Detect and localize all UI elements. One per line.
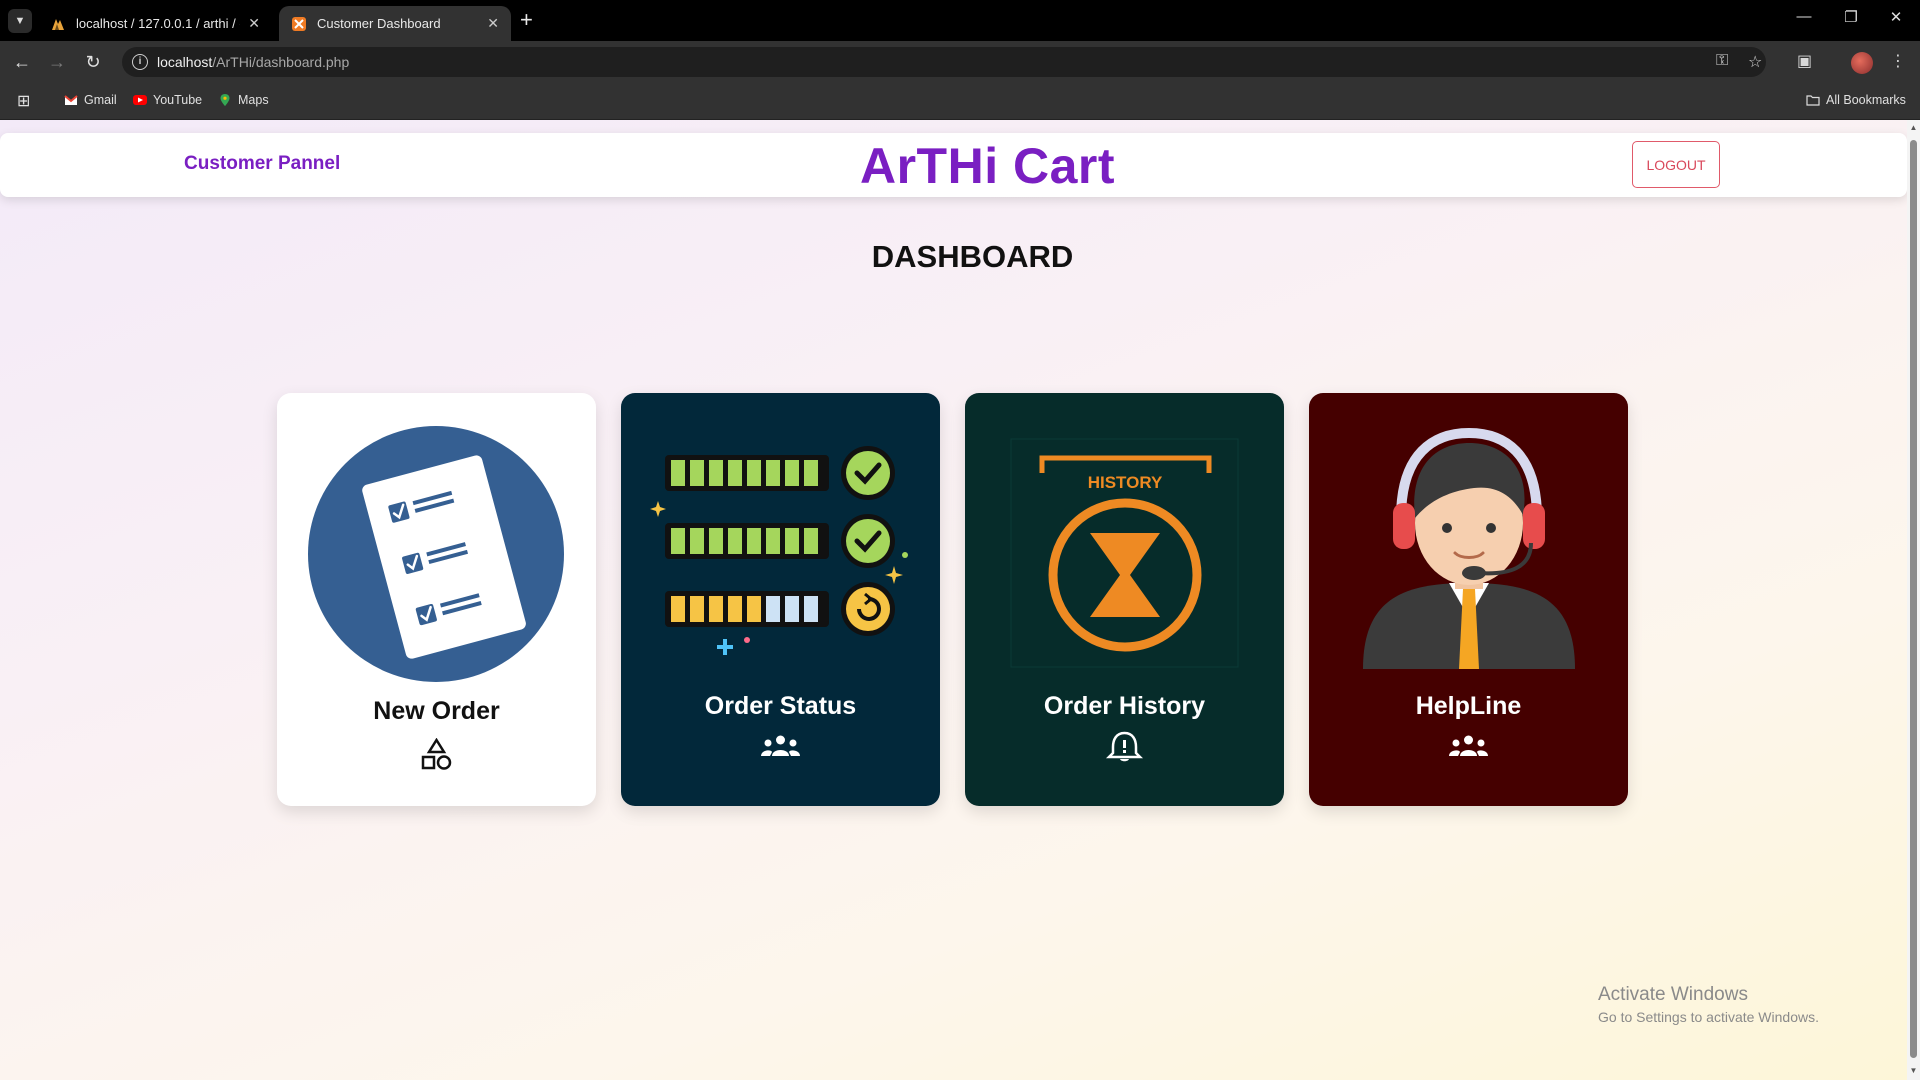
- tab-title: Customer Dashboard: [317, 16, 441, 31]
- card-label: HelpLine: [1415, 692, 1522, 720]
- back-arrow-icon[interactable]: ←: [10, 50, 34, 74]
- tab-title: localhost / 127.0.0.1 / arthi / cu: [76, 16, 241, 31]
- bell-icon: [1105, 731, 1144, 762]
- address-bar[interactable]: i localhost/ArTHi/dashboard.php ⚿ ☆: [122, 47, 1766, 77]
- page-scrollbar[interactable]: ▲ ▼: [1907, 120, 1920, 1080]
- tab-phpmyadmin[interactable]: localhost / 127.0.0.1 / arthi / cu ✕: [38, 6, 272, 41]
- url-text[interactable]: localhost/ArTHi/dashboard.php: [157, 54, 349, 70]
- support-agent-illustration-icon: [1363, 427, 1575, 669]
- users-icon: [761, 735, 800, 756]
- bookmark-maps[interactable]: Maps: [218, 93, 269, 107]
- folder-icon: [1806, 95, 1820, 106]
- minimize-icon[interactable]: —: [1794, 8, 1814, 25]
- scrollbar-thumb[interactable]: [1910, 140, 1917, 1058]
- card-helpline[interactable]: HelpLine: [1309, 393, 1628, 806]
- profile-avatar[interactable]: [1851, 52, 1873, 74]
- bookmarks-bar: ⊞ Gmail YouTube Maps All Bookmarks: [0, 83, 1920, 120]
- checklist-illustration-icon: [308, 426, 564, 682]
- tab-customer-dashboard[interactable]: Customer Dashboard ✕: [279, 6, 511, 41]
- card-order-status[interactable]: Order Status: [621, 393, 940, 806]
- bookmark-youtube[interactable]: YouTube: [133, 93, 202, 107]
- maps-pin-icon: [220, 94, 230, 106]
- xampp-favicon-icon: [292, 16, 306, 31]
- apps-grid-icon[interactable]: ⊞: [17, 91, 30, 111]
- card-label: Order History: [1043, 692, 1206, 720]
- scroll-down-arrow-icon[interactable]: ▼: [1909, 1066, 1918, 1075]
- watermark-subtitle: Go to Settings to activate Windows.: [1598, 1009, 1819, 1025]
- close-tab-icon[interactable]: ✕: [248, 15, 260, 32]
- new-tab-icon[interactable]: +: [520, 8, 533, 32]
- card-new-order[interactable]: New Order: [277, 393, 596, 806]
- bookmark-star-icon[interactable]: ☆: [1748, 52, 1762, 72]
- all-bookmarks-folder[interactable]: All Bookmarks: [1806, 93, 1906, 107]
- browser-menu-icon[interactable]: ⋮: [1890, 51, 1906, 71]
- close-tab-icon[interactable]: ✕: [487, 15, 499, 32]
- card-label: New Order: [373, 697, 500, 725]
- browser-tab-strip: ▼ localhost / 127.0.0.1 / arthi / cu ✕ C…: [0, 0, 1920, 41]
- watermark-title: Activate Windows: [1598, 984, 1748, 1005]
- password-key-icon[interactable]: ⚿: [1716, 52, 1728, 70]
- site-info-icon[interactable]: i: [132, 54, 148, 70]
- logout-button[interactable]: LOGOUT: [1632, 141, 1720, 188]
- reload-icon[interactable]: ↻: [81, 50, 105, 74]
- tab-search-button[interactable]: ▼: [8, 9, 32, 33]
- bookmark-gmail[interactable]: Gmail: [64, 93, 117, 107]
- card-label: Order Status: [704, 692, 857, 720]
- youtube-icon: [133, 95, 147, 105]
- site-header: Customer Pannel ArTHi Cart LOGOUT: [0, 133, 1907, 197]
- browser-toolbar: ← → ↻ i localhost/ArTHi/dashboard.php ⚿ …: [0, 41, 1920, 83]
- progress-status-illustration-icon: [650, 446, 908, 655]
- close-window-icon[interactable]: ✕: [1886, 8, 1906, 26]
- history-badge-text: HISTORY: [1088, 473, 1163, 492]
- users-icon: [1449, 735, 1488, 756]
- page-title: DASHBOARD: [871, 239, 1074, 274]
- forward-arrow-icon[interactable]: →: [45, 50, 69, 74]
- hourglass-history-illustration-icon: HISTORY: [1010, 438, 1239, 668]
- card-order-history[interactable]: HISTORY Order History: [965, 393, 1284, 806]
- gmail-icon: [64, 95, 78, 105]
- restore-icon[interactable]: ❐: [1841, 8, 1861, 26]
- shapes-icon: [421, 738, 452, 770]
- windows-activation-watermark: Activate Windows Go to Settings to activ…: [1598, 984, 1819, 1025]
- page-viewport: Customer Pannel ArTHi Cart LOGOUT DASHBO…: [0, 120, 1920, 1080]
- scroll-up-arrow-icon[interactable]: ▲: [1909, 123, 1918, 132]
- extensions-puzzle-icon[interactable]: ▣: [1797, 51, 1812, 71]
- phpmyadmin-favicon-icon: [52, 18, 64, 30]
